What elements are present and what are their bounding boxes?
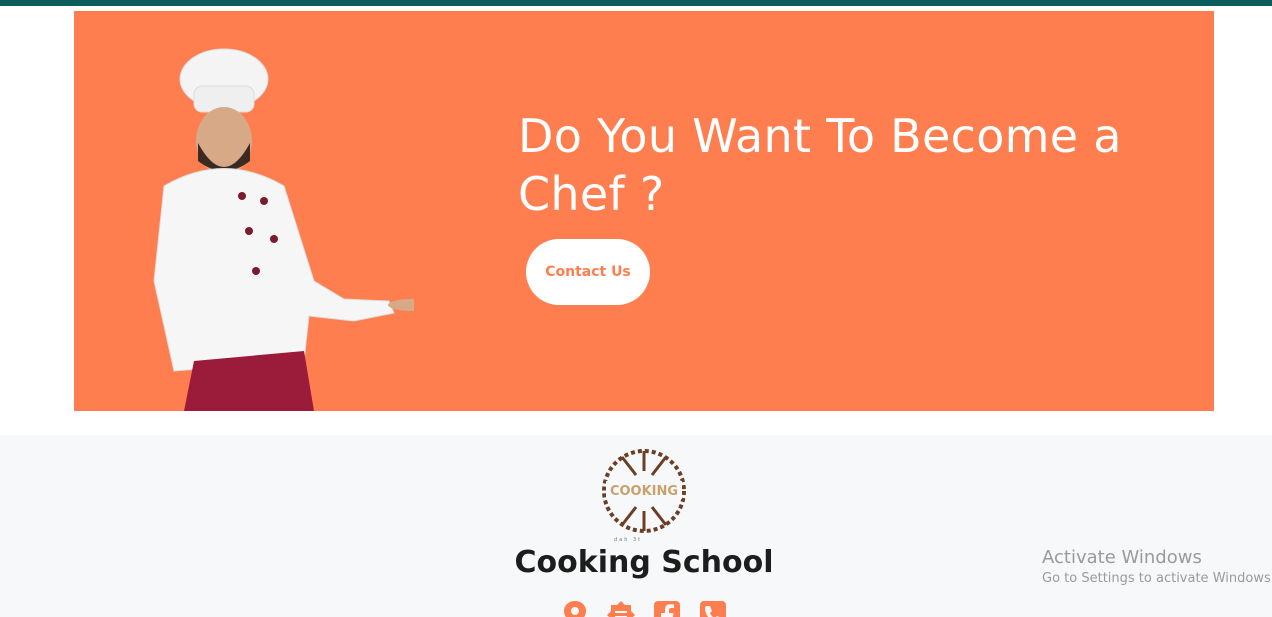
- footer: COOKING dah 3t Cooking School: [0, 435, 1272, 617]
- chef-image: [153, 48, 414, 411]
- activate-windows-watermark: Activate Windows Go to Settings to activ…: [1042, 547, 1272, 589]
- logo-tagline: dah 3t: [614, 537, 643, 543]
- location-icon[interactable]: [560, 599, 590, 617]
- banner-text: Do You Want To Become a Chef ?: [518, 107, 1178, 223]
- activate-windows-title: Activate Windows: [1042, 547, 1202, 568]
- badge-icon[interactable]: [606, 599, 636, 617]
- phone-icon[interactable]: [698, 599, 728, 617]
- top-strip: [0, 0, 1272, 6]
- banner-headline: Do You Want To Become a Chef ?: [518, 109, 1122, 221]
- facebook-icon[interactable]: [652, 599, 682, 617]
- contact-us-button[interactable]: Contact Us: [526, 239, 650, 305]
- logo-text: COOKING: [610, 484, 678, 499]
- cta-banner: Do You Want To Become a Chef ? Contact U…: [74, 11, 1214, 411]
- cooking-school-logo: COOKING: [602, 449, 686, 533]
- social-links: [560, 599, 730, 617]
- activate-windows-subtitle: Go to Settings to activate Windows.: [1042, 571, 1272, 586]
